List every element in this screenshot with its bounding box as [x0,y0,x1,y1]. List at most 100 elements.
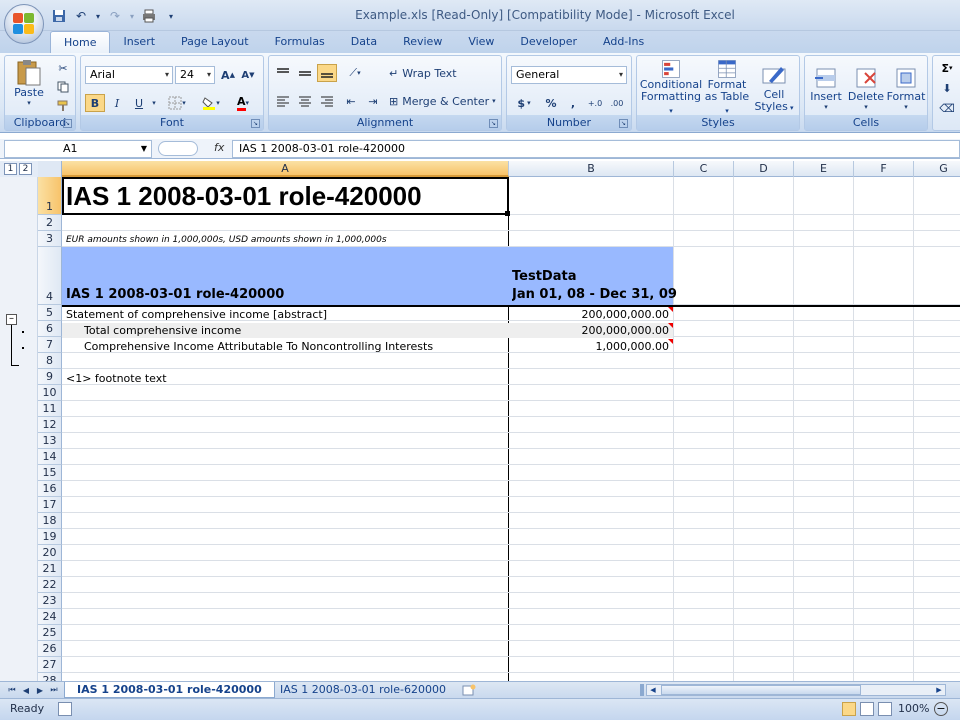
percent-button[interactable]: % [541,94,561,112]
row-header-26[interactable]: 26 [38,641,62,657]
next-sheet-icon[interactable]: ▶ [34,683,46,697]
tab-split-handle[interactable] [640,684,644,696]
delete-cells-button[interactable]: Delete ▾ [847,59,885,117]
clipboard-launcher-icon[interactable]: ↘ [63,119,72,128]
comment-indicator-icon[interactable] [668,307,673,312]
row-header-27[interactable]: 27 [38,657,62,673]
scroll-thumb[interactable] [661,685,861,695]
row-header-1[interactable]: 1 [38,177,62,215]
font-family-select[interactable]: Arial ▾ [85,66,173,84]
row-header-6[interactable]: 6 [38,321,62,337]
cut-icon[interactable]: ✂ [55,60,71,76]
cell-a3[interactable]: EUR amounts shown in 1,000,000s, USD amo… [66,233,387,247]
insert-cells-button[interactable]: Insert ▾ [807,59,845,117]
row-header-24[interactable]: 24 [38,609,62,625]
last-sheet-icon[interactable]: ⏭ [48,683,60,697]
row-header-22[interactable]: 22 [38,577,62,593]
row-header-10[interactable]: 10 [38,385,62,401]
underline-button[interactable]: U [129,94,149,112]
row-header-8[interactable]: 8 [38,353,62,369]
outline-level-2-button[interactable]: 2 [19,163,32,175]
first-sheet-icon[interactable]: ⏮ [6,683,18,697]
row-header-14[interactable]: 14 [38,449,62,465]
scroll-right-icon[interactable]: ▶ [933,685,945,695]
row-header-7[interactable]: 7 [38,337,62,353]
column-header-g[interactable]: G [914,161,960,177]
tab-home[interactable]: Home [50,31,111,53]
tab-insert[interactable]: Insert [110,31,168,53]
shrink-font-icon[interactable]: A ▼ [239,66,257,84]
office-button[interactable] [4,4,44,44]
decrease-decimal-button[interactable]: .00 [607,94,627,112]
align-center-icon[interactable] [295,92,315,110]
tab-developer[interactable]: Developer [507,31,590,53]
align-top-icon[interactable] [273,64,293,82]
font-color-icon[interactable]: A ▾ [229,94,257,112]
cell-a5[interactable]: Statement of comprehensive income [abstr… [66,307,327,323]
row-header-12[interactable]: 12 [38,417,62,433]
cell-b4-line1[interactable]: TestData [512,269,576,285]
format-painter-icon[interactable] [55,98,71,114]
cell-a4[interactable]: IAS 1 2008-03-01 role-420000 [66,287,284,303]
fill-icon[interactable]: ⬇ [935,80,959,96]
row-header-25[interactable]: 25 [38,625,62,641]
normal-view-icon[interactable] [842,702,856,716]
name-box[interactable]: A1 ▼ [4,140,152,158]
outline-level-1-button[interactable]: 1 [4,163,17,175]
insert-sheet-icon[interactable] [458,683,480,697]
tab-add-ins[interactable]: Add-Ins [590,31,657,53]
tab-formulas[interactable]: Formulas [262,31,338,53]
copy-icon[interactable] [55,79,71,95]
borders-icon[interactable]: ▾ [165,94,189,112]
format-as-table-button[interactable]: Format as Table ▾ [703,59,751,117]
alignment-launcher-icon[interactable]: ↘ [489,119,498,128]
zoom-out-icon[interactable]: − [934,702,948,716]
sheet-tab[interactable]: IAS 1 2008-03-01 role-620000 [268,682,458,698]
column-header-d[interactable]: D [734,161,794,177]
column-header-a[interactable]: A [62,161,509,177]
number-format-select[interactable]: General ▾ [511,66,627,84]
column-header-c[interactable]: C [674,161,734,177]
clear-icon[interactable]: ⌫ [935,100,959,116]
formula-input[interactable]: IAS 1 2008-03-01 role-420000 [232,140,960,158]
column-header-b[interactable]: B [509,161,674,177]
cell-a6[interactable]: Total comprehensive income [84,323,241,339]
align-left-icon[interactable] [273,92,293,110]
column-header-f[interactable]: F [854,161,914,177]
decrease-indent-icon[interactable]: ⇤ [341,92,361,110]
comment-indicator-icon[interactable] [668,339,673,344]
wrap-text-button[interactable]: ↵ Wrap Text [389,64,479,82]
select-all-corner[interactable] [38,161,62,177]
row-header-4[interactable]: 4 [38,247,62,305]
row-header-17[interactable]: 17 [38,497,62,513]
tab-review[interactable]: Review [390,31,455,53]
row-header-5[interactable]: 5 [38,305,62,321]
increase-decimal-button[interactable]: +.0 [585,94,605,112]
conditional-formatting-button[interactable]: Conditional Formatting ▾ [639,59,703,117]
cell-b4-line2[interactable]: Jan 01, 08 - Dec 31, 09 [512,287,677,303]
fill-color-icon[interactable]: ▾ [197,94,225,112]
align-middle-icon[interactable] [295,64,315,82]
cell-b5[interactable]: 200,000,000.00 [509,307,669,323]
row-header-18[interactable]: 18 [38,513,62,529]
row-header-21[interactable]: 21 [38,561,62,577]
paste-button[interactable]: Paste ▾ [11,59,47,107]
row-header-2[interactable]: 2 [38,215,62,231]
page-break-view-icon[interactable] [878,702,892,716]
row-header-20[interactable]: 20 [38,545,62,561]
orientation-icon[interactable]: ⟋ ▾ [341,64,369,82]
page-layout-view-icon[interactable] [860,702,874,716]
underline-dropdown-icon[interactable]: ▾ [149,94,159,112]
sheet-tab-active[interactable]: IAS 1 2008-03-01 role-420000 [64,682,275,698]
merge-center-button[interactable]: ⊞ Merge & Center ▾ [389,92,497,110]
column-header-e[interactable]: E [794,161,854,177]
collapse-group-icon[interactable]: – [6,314,17,325]
cell-b6[interactable]: 200,000,000.00 [509,323,669,339]
align-bottom-icon[interactable] [317,64,337,82]
horizontal-scrollbar[interactable]: ◀ ▶ [646,684,946,696]
row-header-13[interactable]: 13 [38,433,62,449]
row-header-9[interactable]: 9 [38,369,62,385]
number-launcher-icon[interactable]: ↘ [619,119,628,128]
row-header-23[interactable]: 23 [38,593,62,609]
tab-page-layout[interactable]: Page Layout [168,31,262,53]
